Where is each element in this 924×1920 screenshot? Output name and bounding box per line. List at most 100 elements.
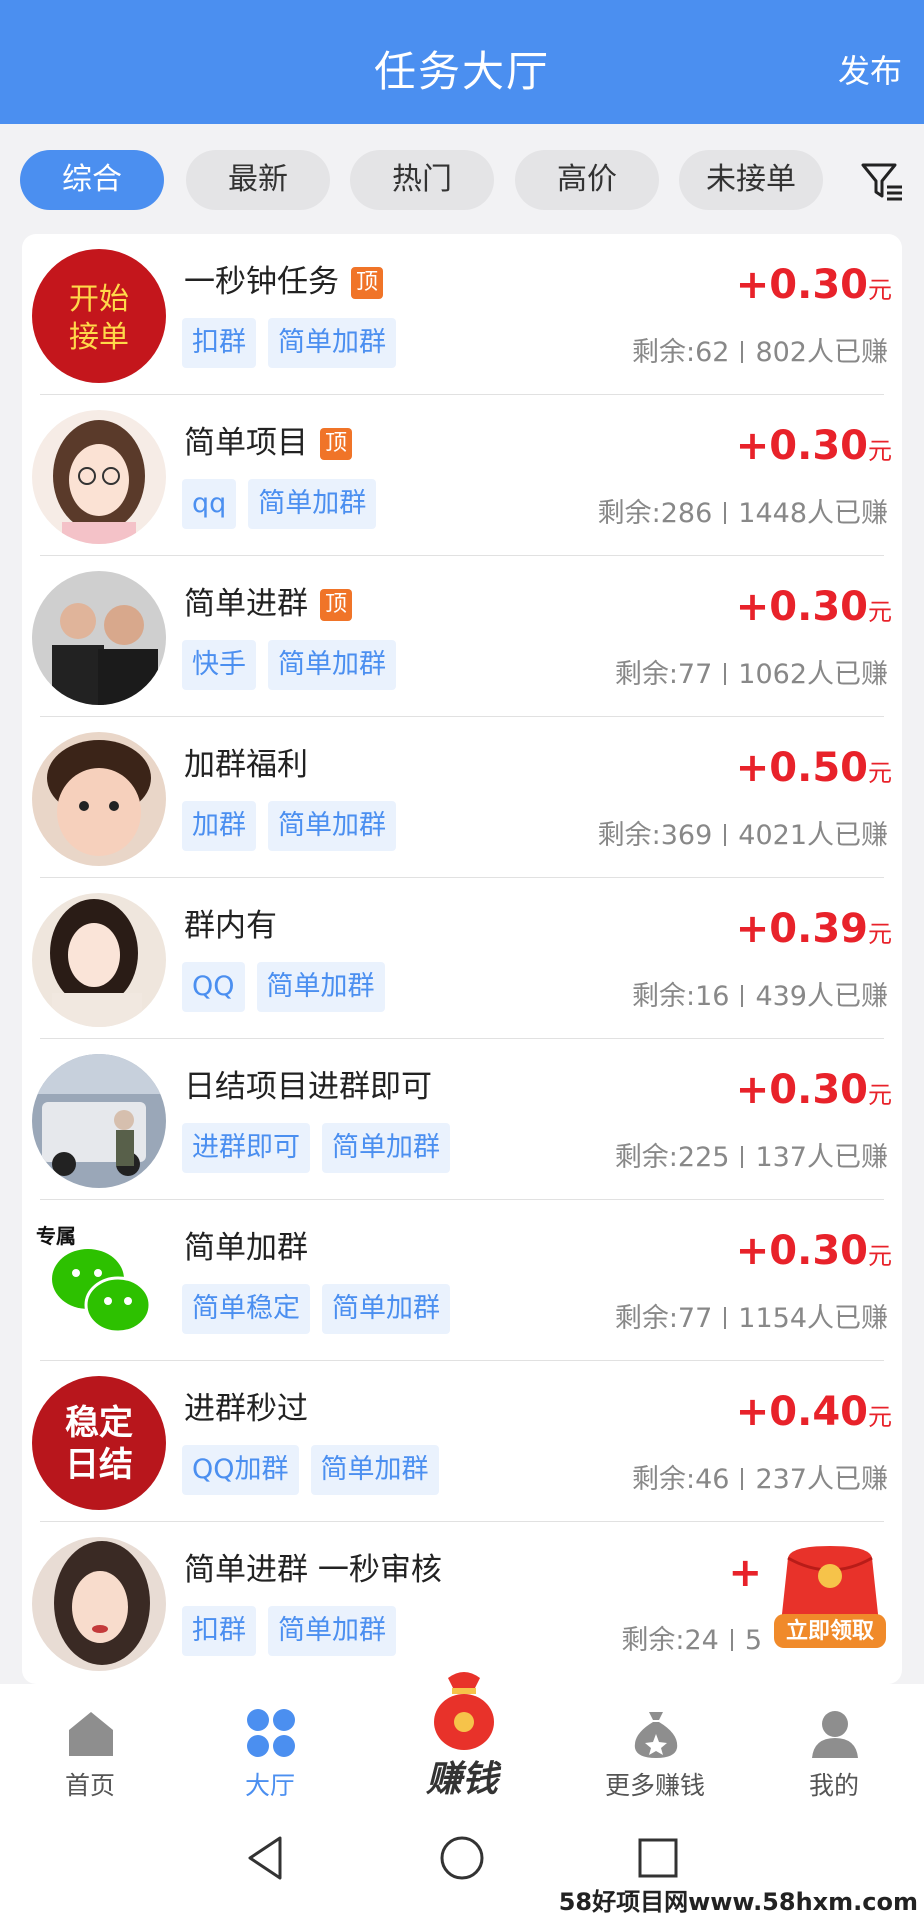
earned-count: 802人已赚	[755, 337, 888, 368]
remaining-count: 剩余:24	[621, 1625, 719, 1656]
reward-value: +0.50	[735, 745, 868, 791]
earned-count: 439人已赚	[755, 981, 888, 1012]
task-item[interactable]: 简单项目顶 qq 简单加群 +0.30元 剩余:286 1448人已赚	[22, 395, 902, 556]
reward-unit: 元	[868, 759, 892, 787]
publish-button[interactable]: 发布	[838, 46, 902, 92]
reward-value: +0.30	[735, 1067, 868, 1113]
page-title: 任务大厅	[373, 47, 550, 96]
remaining-count: 剩余:369	[597, 820, 713, 851]
reward-value: +0.30	[735, 1228, 868, 1274]
system-nav-bar: 58好项目网www.58hxm.com	[0, 1804, 924, 1920]
earned-count: 4021人已赚	[738, 820, 888, 851]
filter-tab-high-price[interactable]: 高价	[515, 150, 659, 210]
avatar-text: 接单	[69, 320, 129, 355]
task-title: 日结项目进群即可	[184, 1061, 432, 1106]
divider	[724, 1307, 727, 1329]
tab-mine[interactable]: 我的	[764, 1684, 904, 1804]
task-tag: 简单加群	[268, 1606, 396, 1656]
divider	[724, 663, 727, 685]
home-circle-icon[interactable]	[438, 1834, 486, 1882]
filter-tab-latest[interactable]: 最新	[186, 150, 330, 210]
task-title-text: 进群秒过	[184, 1391, 308, 1427]
task-avatar	[32, 571, 166, 705]
task-tags: QQ加群 简单加群	[182, 1445, 451, 1495]
remaining-count: 剩余:77	[614, 1303, 713, 1334]
task-tag: 简单加群	[248, 479, 377, 529]
earned-count: 1062人已赚	[738, 659, 888, 690]
divider	[741, 1146, 744, 1168]
task-tag: 简单稳定	[182, 1284, 310, 1334]
top-badge: 顶	[320, 589, 352, 621]
task-stats: 剩余:62 802人已赚	[632, 330, 888, 369]
tab-more-earn[interactable]: 更多赚钱	[585, 1684, 725, 1804]
reward-unit: 元	[868, 437, 892, 465]
task-reward: +0.39元	[736, 906, 892, 952]
red-packet-promo[interactable]: 立即领取	[770, 1542, 890, 1652]
reward-value: +0.40	[735, 1389, 868, 1435]
reward-unit: 元	[868, 1081, 892, 1109]
reward-value: +0.39	[735, 906, 868, 952]
task-tags: QQ 简单加群	[182, 962, 397, 1012]
divider	[741, 985, 744, 1007]
task-tag: 快手	[182, 640, 256, 690]
recents-icon[interactable]	[636, 1836, 680, 1880]
task-avatar: 稳定 日结	[32, 1376, 166, 1510]
task-item[interactable]: 开始 接单 一秒钟任务顶 扣群 简单加群 +0.30元 剩余:62 802人已赚	[22, 234, 902, 395]
filter-tab-not-taken[interactable]: 未接单	[679, 150, 823, 210]
task-stats: 剩余:369 4021人已赚	[598, 813, 888, 852]
avatar-text: 日结	[65, 1445, 133, 1485]
task-title: 简单进群 一秒审核	[184, 1544, 442, 1589]
task-avatar	[32, 893, 166, 1027]
reward-value: +0.30	[735, 584, 868, 630]
task-reward: +0.50元	[736, 745, 892, 791]
task-tag: qq	[182, 479, 237, 529]
task-avatar: 开始 接单	[32, 249, 166, 383]
task-title: 一秒钟任务顶	[184, 256, 383, 301]
reward-unit: 元	[868, 1403, 892, 1431]
task-stats: 剩余:16 439人已赚	[632, 974, 888, 1013]
task-reward: +0.40元	[736, 1389, 892, 1435]
filter-tab-hot[interactable]: 热门	[350, 150, 494, 210]
task-reward: +0.30元	[736, 1067, 892, 1113]
task-item[interactable]: 群内有 QQ 简单加群 +0.39元 剩余:16 439人已赚	[22, 878, 902, 1039]
divider	[724, 502, 727, 524]
tab-label: 我的	[808, 1771, 859, 1800]
tab-label: 更多赚钱	[604, 1771, 705, 1800]
avatar-text: 开始	[69, 282, 129, 317]
divider	[741, 341, 744, 363]
reward-value: +	[728, 1550, 762, 1596]
earned-count: 5	[744, 1625, 762, 1656]
tab-earn[interactable]: 赚钱	[392, 1672, 532, 1804]
task-item[interactable]: 日结项目进群即可 进群即可 简单加群 +0.30元 剩余:225 137人已赚	[22, 1039, 902, 1200]
back-icon[interactable]	[244, 1834, 288, 1882]
reward-value: +0.30	[735, 262, 868, 308]
task-title: 简单项目顶	[184, 417, 352, 462]
task-item[interactable]: 简单进群顶 快手 简单加群 +0.30元 剩余:77 1062人已赚	[22, 556, 902, 717]
task-item[interactable]: 加群福利 加群 简单加群 +0.50元 剩余:369 4021人已赚	[22, 717, 902, 878]
remaining-count: 剩余:77	[614, 659, 713, 690]
top-badge: 顶	[351, 267, 383, 299]
task-title: 群内有	[184, 900, 277, 945]
reward-unit: 元	[868, 920, 892, 948]
task-tags: qq 简单加群	[182, 479, 388, 529]
tab-hall[interactable]: 大厅	[200, 1684, 340, 1804]
task-title: 简单加群	[184, 1222, 308, 1267]
task-item[interactable]: 专属 简单加群 简单稳定 简单加群 +0.30元 剩余:77 1154人已赚	[22, 1200, 902, 1361]
bottom-tab-bar: 首页 大厅 赚钱 更多赚钱 我的	[0, 1672, 924, 1804]
remaining-count: 剩余:62	[632, 337, 730, 368]
task-reward: +0.30元	[736, 1228, 892, 1274]
tab-home[interactable]: 首页	[20, 1684, 160, 1804]
promo-label: 立即领取	[786, 1618, 874, 1644]
task-tag: 简单加群	[268, 318, 396, 368]
tab-label: 赚钱	[425, 1759, 498, 1800]
earned-count: 137人已赚	[755, 1142, 888, 1173]
filter-tab-comprehensive[interactable]: 综合	[20, 150, 164, 210]
money-bag-icon	[434, 1672, 494, 1750]
task-title-text: 简单进群 一秒审核	[184, 1552, 442, 1588]
task-item[interactable]: 稳定 日结 进群秒过 QQ加群 简单加群 +0.40元 剩余:46 237人已赚	[22, 1361, 902, 1522]
earned-count: 1154人已赚	[738, 1303, 888, 1334]
task-tag: 扣群	[182, 1606, 256, 1656]
task-title-text: 简单项目	[184, 425, 308, 461]
task-avatar	[32, 1537, 166, 1671]
filter-icon[interactable]	[860, 160, 904, 204]
